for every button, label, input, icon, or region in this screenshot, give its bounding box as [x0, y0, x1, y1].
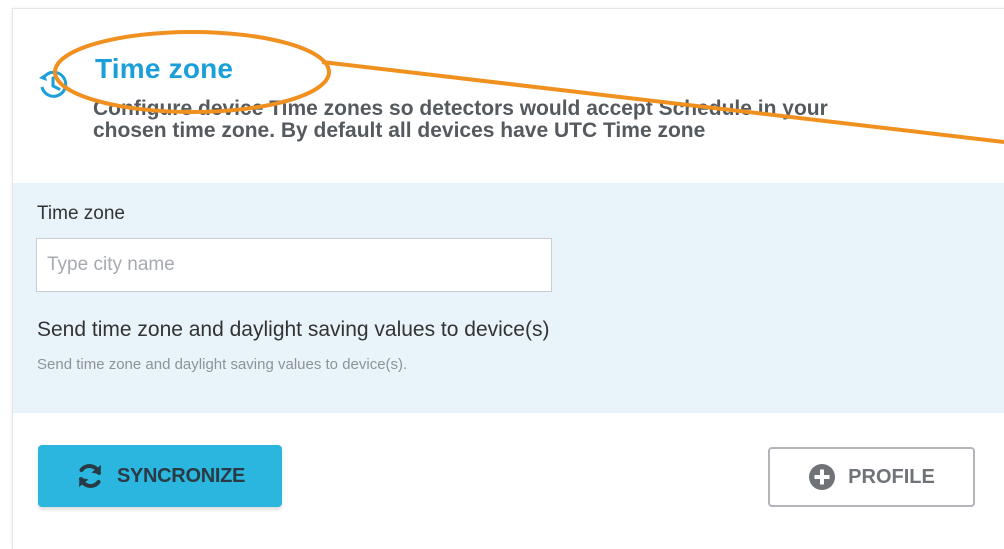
timezone-field-label: Time zone [37, 203, 125, 224]
plus-circle-icon [809, 464, 836, 490]
synchronize-button[interactable]: SYNCRONIZE [38, 445, 282, 507]
description-line-2: chosen time zone. By default all devices… [93, 119, 706, 142]
synchronize-button-label: SYNCRONIZE [116, 464, 246, 487]
clock-history-icon [39, 70, 68, 98]
refresh-icon [78, 464, 101, 488]
timezone-city-input[interactable] [36, 238, 552, 292]
send-values-title: Send time zone and daylight saving value… [37, 318, 550, 341]
timezone-settings-panel [13, 183, 1004, 413]
send-values-help-text: Send time zone and daylight saving value… [37, 356, 408, 373]
section-description: Configure device Time zones so detectors… [93, 98, 993, 142]
section-title: Time zone [95, 53, 234, 84]
profile-button[interactable]: PROFILE [768, 447, 975, 507]
profile-button-label: PROFILE [848, 465, 935, 488]
description-line-1: Configure device Time zones so detectors… [93, 97, 828, 120]
